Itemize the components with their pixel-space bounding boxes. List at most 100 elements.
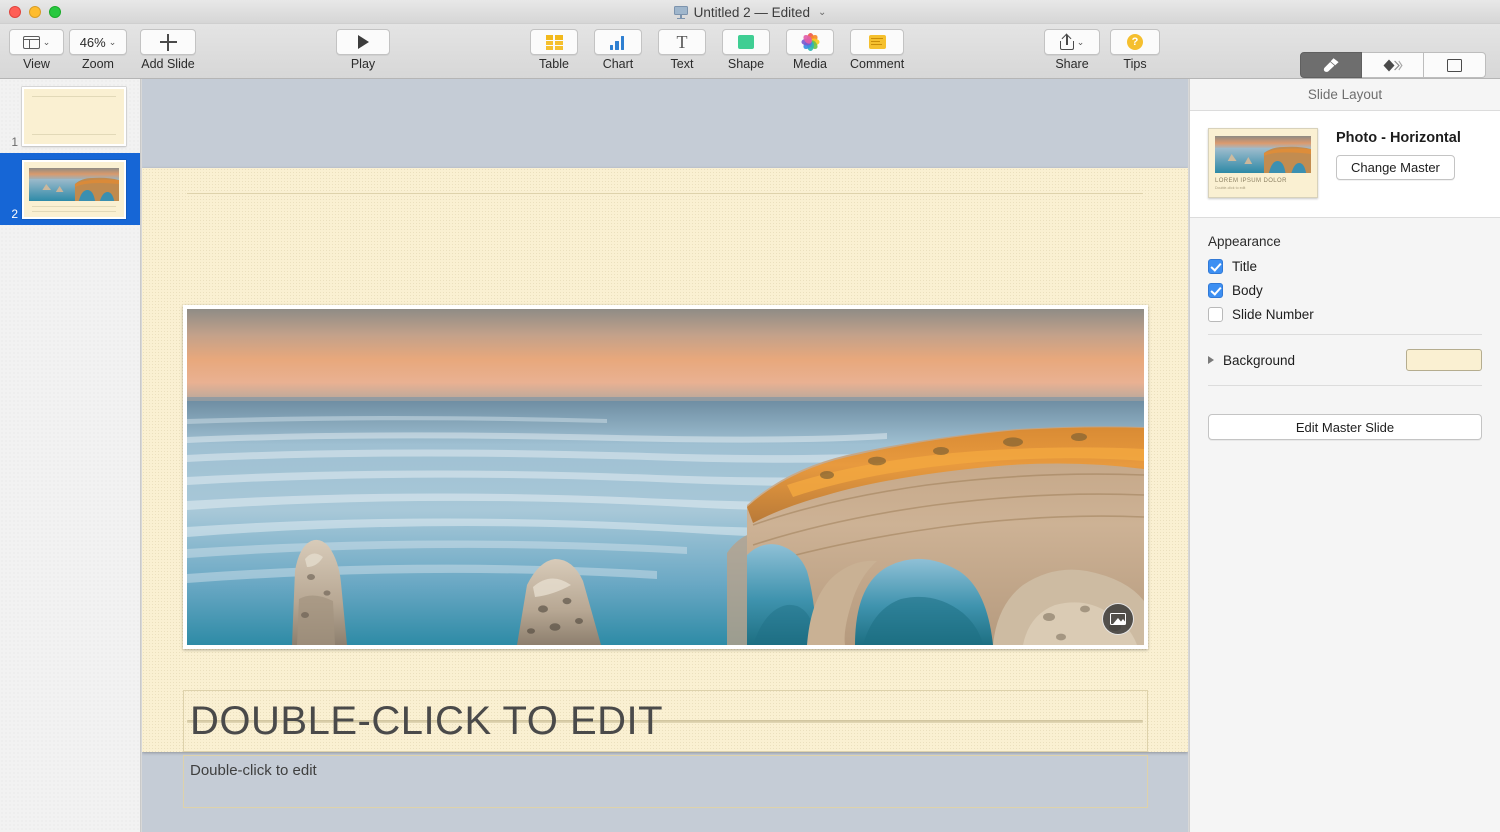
- slide-guide-top: [187, 193, 1143, 194]
- appearance-title: Appearance: [1208, 234, 1482, 249]
- add-slide-control[interactable]: Add Slide: [140, 29, 196, 71]
- chevron-down-icon: ⌄: [43, 38, 51, 47]
- photos-flower-icon: [802, 34, 819, 51]
- comment-label: Comment: [850, 57, 904, 71]
- slide-canvas-area[interactable]: DOUBLE-CLICK TO EDIT Double-click to edi…: [142, 79, 1188, 832]
- background-color-swatch[interactable]: [1406, 349, 1482, 371]
- insert-media-control[interactable]: Media: [786, 29, 834, 71]
- master-thumb-photo: [1215, 136, 1311, 173]
- document-title-text: Untitled 2 — Edited: [694, 5, 810, 20]
- thumb-photo: [29, 168, 119, 201]
- master-section: LOREM IPSUM DOLOR Double-click to edit P…: [1190, 111, 1500, 218]
- play-triangle-icon: [358, 35, 369, 49]
- plus-icon: [160, 34, 177, 51]
- slide-thumbnail-2[interactable]: 2: [0, 153, 141, 225]
- zoom-button-toolbar[interactable]: 46% ⌄: [69, 29, 127, 55]
- divider: [1208, 385, 1482, 386]
- zoom-label: Zoom: [82, 57, 114, 71]
- play-button[interactable]: [336, 29, 390, 55]
- play-label: Play: [351, 57, 375, 71]
- chevron-down-icon: ⌄: [1077, 38, 1085, 47]
- play-control[interactable]: Play: [336, 29, 390, 71]
- share-button[interactable]: ⌄: [1044, 29, 1100, 55]
- checkbox-title[interactable]: [1208, 259, 1223, 274]
- paintbrush-icon: [1322, 57, 1340, 73]
- image-placeholder-icon[interactable]: [1102, 603, 1134, 635]
- text-button[interactable]: T: [658, 29, 706, 55]
- table-label: Table: [539, 57, 569, 71]
- tab-document[interactable]: [1424, 52, 1486, 78]
- media-button[interactable]: [786, 29, 834, 55]
- tab-format[interactable]: [1300, 52, 1362, 78]
- checkbox-row-body[interactable]: Body: [1208, 283, 1482, 298]
- body-placeholder-text: Double-click to edit: [190, 762, 317, 779]
- view-label: View: [23, 57, 50, 71]
- checkbox-title-label: Title: [1232, 259, 1257, 274]
- shape-label: Shape: [728, 57, 764, 71]
- change-master-button[interactable]: Change Master: [1336, 155, 1455, 180]
- slide-number-2: 2: [0, 207, 22, 221]
- background-label: Background: [1223, 353, 1406, 368]
- keynote-window: Untitled 2 — Edited ⌄ ⌄ View 46% ⌄ Zoom …: [0, 0, 1500, 832]
- share-control[interactable]: ⌄ Share: [1044, 29, 1100, 71]
- comment-button[interactable]: [850, 29, 904, 55]
- title-bar: Untitled 2 — Edited ⌄: [0, 0, 1500, 24]
- slide-navigator[interactable]: 1 2: [0, 79, 141, 832]
- table-button[interactable]: [530, 29, 578, 55]
- zoom-value: 46%: [80, 35, 106, 50]
- master-info: Photo - Horizontal Change Master: [1336, 128, 1461, 180]
- slide-thumb-canvas-1: [22, 87, 126, 146]
- share-upload-icon: [1060, 34, 1074, 50]
- view-control[interactable]: ⌄ View: [9, 29, 64, 71]
- diamonds-icon: [1383, 59, 1403, 72]
- checkbox-row-title[interactable]: Title: [1208, 259, 1482, 274]
- insert-chart-control[interactable]: Chart: [594, 29, 642, 71]
- question-mark-icon: ?: [1127, 34, 1143, 50]
- keynote-document-icon: [674, 5, 688, 19]
- background-row[interactable]: Background: [1190, 347, 1500, 373]
- checkbox-body[interactable]: [1208, 283, 1223, 298]
- zoom-control[interactable]: 46% ⌄ Zoom: [69, 29, 127, 71]
- document-title[interactable]: Untitled 2 — Edited ⌄: [0, 0, 1500, 24]
- checkbox-slide-number-label: Slide Number: [1232, 307, 1314, 322]
- slide-thumbnail-1[interactable]: 1: [0, 79, 141, 153]
- tab-animate[interactable]: [1362, 52, 1424, 78]
- title-placeholder[interactable]: DOUBLE-CLICK TO EDIT: [183, 690, 1148, 752]
- chevron-down-icon: ⌄: [109, 38, 117, 47]
- text-label: Text: [671, 57, 694, 71]
- media-label: Media: [793, 57, 827, 71]
- shape-button[interactable]: [722, 29, 770, 55]
- insert-shape-control[interactable]: Shape: [722, 29, 770, 71]
- insert-text-control[interactable]: T Text: [658, 29, 706, 71]
- photo-placeholder[interactable]: [183, 305, 1148, 649]
- master-thumbnail[interactable]: LOREM IPSUM DOLOR Double-click to edit: [1208, 128, 1318, 198]
- checkbox-row-slide-number[interactable]: Slide Number: [1208, 307, 1482, 322]
- view-button[interactable]: ⌄: [9, 29, 64, 55]
- tips-button[interactable]: ?: [1110, 29, 1160, 55]
- checkbox-slide-number[interactable]: [1208, 307, 1223, 322]
- add-slide-button[interactable]: [140, 29, 196, 55]
- tips-label: Tips: [1123, 57, 1146, 71]
- insert-table-control[interactable]: Table: [530, 29, 578, 71]
- comment-note-icon: [869, 35, 886, 49]
- chart-button[interactable]: [594, 29, 642, 55]
- photo-content: [187, 309, 1144, 645]
- insert-comment-control[interactable]: Comment: [850, 29, 904, 71]
- slide-surface[interactable]: DOUBLE-CLICK TO EDIT Double-click to edi…: [142, 168, 1188, 752]
- chart-label: Chart: [603, 57, 634, 71]
- add-slide-label: Add Slide: [141, 57, 195, 71]
- chevron-down-icon[interactable]: ⌄: [818, 7, 826, 18]
- document-icon: [1447, 59, 1462, 72]
- slide-number-1: 1: [0, 135, 22, 149]
- edit-master-section: Edit Master Slide: [1190, 398, 1500, 440]
- appearance-section: Appearance Title Body Slide Number: [1190, 218, 1500, 322]
- edit-master-slide-button[interactable]: Edit Master Slide: [1208, 414, 1482, 440]
- inspector-tab-group: [1300, 52, 1486, 78]
- slide-thumb-canvas-2: [22, 160, 126, 219]
- body-placeholder[interactable]: Double-click to edit: [183, 755, 1148, 808]
- disclosure-triangle-icon[interactable]: [1208, 356, 1214, 364]
- view-layout-icon: [23, 36, 40, 49]
- tips-control[interactable]: ? Tips: [1110, 29, 1160, 71]
- divider: [1208, 334, 1482, 335]
- master-thumb-title: LOREM IPSUM DOLOR: [1215, 178, 1287, 184]
